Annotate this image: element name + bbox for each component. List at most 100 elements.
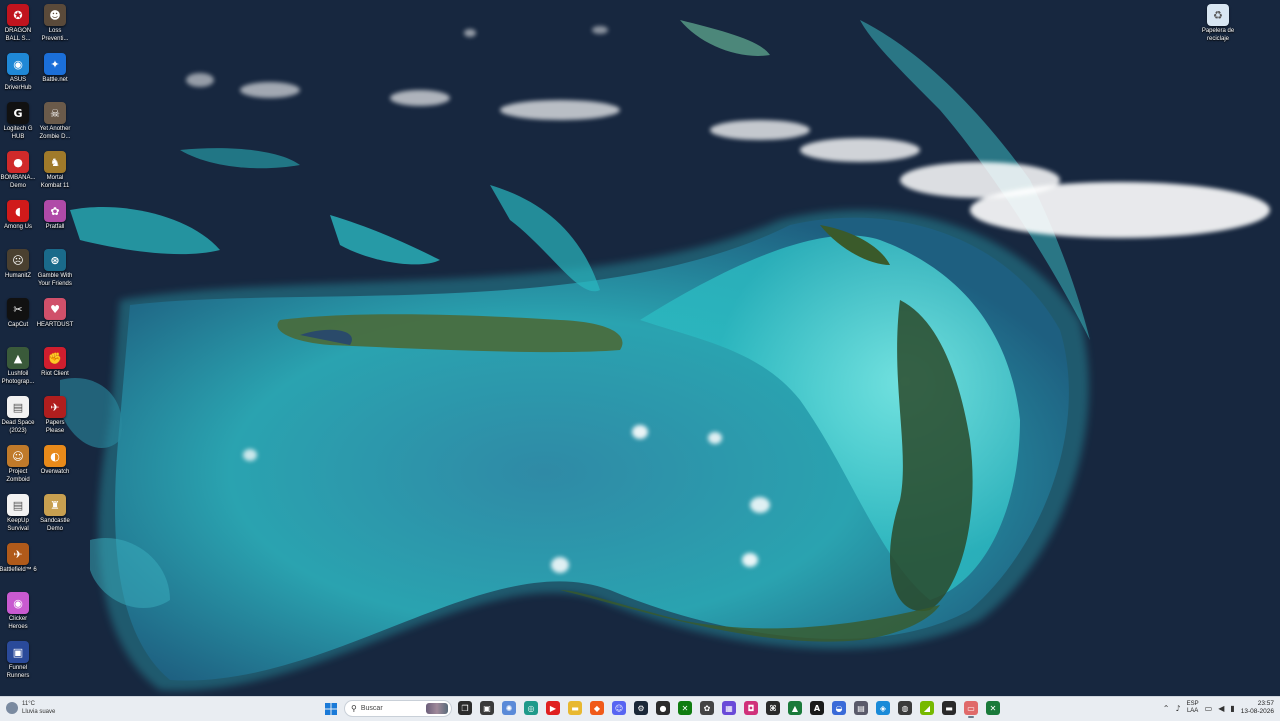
weather-widget[interactable]: 11°C Lluvia suave <box>6 700 55 716</box>
search-icon: ⚲ <box>351 704 357 713</box>
desktop-icon-dragon-ball[interactable]: ✪ DRAGON BALL S... <box>0 4 36 43</box>
desktop-icon-label: Papers Please <box>45 420 65 434</box>
taskbar-search-box[interactable]: ⚲ Buscar <box>344 700 452 717</box>
search-highlight-image <box>426 703 448 714</box>
input-language[interactable]: ESP LAA <box>1187 701 1199 715</box>
clicker-heroes-icon: ◉ <box>7 592 29 614</box>
desktop-icon-mortal-kombat[interactable]: ♞ Mortal Kombat 11 <box>37 151 73 190</box>
rain-cloud-icon <box>6 702 18 714</box>
desktop-icon-lushfoil[interactable]: ▲ Lushfoil Photograp... <box>0 347 36 386</box>
display-icon[interactable]: ▭ <box>1205 704 1213 713</box>
taskbar-app-capture-icon[interactable]: ◍ <box>898 701 912 715</box>
dead-space-icon: ▤ <box>7 396 29 418</box>
desktop-icon-battlefield-6[interactable]: ✈ Battlefield™ 6 <box>0 543 37 575</box>
weather-temperature: 11°C <box>22 701 35 707</box>
desktop-icon-label: BOMBANA... Demo <box>0 175 36 189</box>
dragon-ball-icon: ✪ <box>7 4 29 26</box>
desktop-icon-overwatch[interactable]: ◐ Overwatch <box>37 445 73 477</box>
taskbar-app-edge-icon[interactable]: ◎ <box>524 701 538 715</box>
desktop-icon-battlenet[interactable]: ✦ Battle.net <box>37 53 73 85</box>
desktop-icon-dead-space[interactable]: ▤ Dead Space (2023) <box>0 396 36 435</box>
taskbar-app-copilot-icon[interactable]: ✺ <box>502 701 516 715</box>
volume-icon[interactable]: ◀ <box>1218 704 1224 713</box>
taskbar-app-excel-icon[interactable]: ✕ <box>986 701 1000 715</box>
taskbar-app-calculator-icon[interactable]: ▤ <box>854 701 868 715</box>
desktop-icon-asus-driverhub[interactable]: ◉ ASUS DriverHub <box>0 53 36 92</box>
papers-please-icon: ✈ <box>44 396 66 418</box>
desktop-icon-label: Mortal Kombat 11 <box>40 175 70 189</box>
taskbar-app-discord-icon[interactable]: ☺ <box>612 701 626 715</box>
battlenet-icon: ✦ <box>44 53 66 75</box>
taskbar-app-nvidia-icon[interactable]: ◢ <box>920 701 934 715</box>
desktop-wallpaper <box>0 0 1280 696</box>
desktop-icon-gamble-friends[interactable]: ⊛ Gamble With Your Friends <box>37 249 73 288</box>
taskbar-app-obs-icon[interactable]: ● <box>656 701 670 715</box>
clock-time: 23:57 <box>1257 700 1274 707</box>
desktop-icon-clicker-heroes[interactable]: ◉ Clicker Heroes <box>0 592 36 631</box>
battery-icon[interactable]: ▮ <box>1230 704 1234 713</box>
taskbar-app-anthropic-icon[interactable]: A <box>810 701 824 715</box>
taskbar-app-steam-icon[interactable]: ⚙ <box>634 701 648 715</box>
desktop-icon-capcut[interactable]: ✂ CapCut <box>0 298 36 330</box>
desktop-icon-label: DRAGON BALL S... <box>4 28 32 42</box>
chevron-up-icon[interactable]: ⌃ <box>1163 704 1170 713</box>
desktop-icon-label: Battle.net <box>42 77 68 83</box>
project-zomboid-icon: ☺ <box>7 445 29 467</box>
desktop-icon-label: Funnel Runners <box>6 665 30 679</box>
taskbar-app-vpn-icon[interactable]: ◒ <box>832 701 846 715</box>
overwatch-icon: ◐ <box>44 445 66 467</box>
desktop-icon-pratfall[interactable]: ✿ Pratfall <box>37 200 73 232</box>
desktop-icon-bombanauts[interactable]: ● BOMBANA... Demo <box>0 151 36 190</box>
taskbar-app-active-window-icon[interactable]: ▭ <box>964 701 978 718</box>
desktop-icon-logitech-ghub[interactable]: G Logitech G HUB <box>0 102 36 141</box>
desktop-icon-label: Overwatch <box>40 469 70 475</box>
desktop-icon-label: KeepUp Survival <box>7 518 29 532</box>
taskbar-app-camera-icon[interactable]: ▬ <box>942 701 956 715</box>
desktop-icon-label: Project Zomboid <box>6 469 30 483</box>
windows-start-icon[interactable] <box>325 703 337 715</box>
clock[interactable]: 23:57 13-08-2026 <box>1241 700 1274 716</box>
pratfall-icon: ✿ <box>44 200 66 222</box>
taskbar-app-media-icon[interactable]: ▣ <box>480 701 494 715</box>
desktop-icon-heartdust[interactable]: ♥ HEARTDUST <box>37 298 73 330</box>
desktop-icon-humanitz[interactable]: ☹ HumanitZ <box>0 249 36 281</box>
desktop-icon-riot-client[interactable]: ✊ Riot Client <box>37 347 73 379</box>
taskbar-app-cursor-icon[interactable]: ◈ <box>876 701 890 715</box>
taskbar-app-terminal-icon[interactable]: ⌘ <box>766 701 780 715</box>
taskbar-app-brave-icon[interactable]: ◆ <box>590 701 604 715</box>
logitech-ghub-icon: G <box>7 102 29 124</box>
weather-text: 11°C Lluvia suave <box>22 700 55 716</box>
taskbar-app-code-app-icon[interactable]: ▲ <box>788 701 802 715</box>
desktop-icon-project-zomboid[interactable]: ☺ Project Zomboid <box>0 445 36 484</box>
taskbar-app-instagram-icon[interactable]: ◘ <box>744 701 758 715</box>
desktop-icon-label: CapCut <box>7 322 29 328</box>
desktop-icon-keepup-survival[interactable]: ▤ KeepUp Survival <box>0 494 36 533</box>
desktop-icon-recycle-bin[interactable]: ♻ Papelera de reciclaje <box>1200 4 1236 43</box>
funnel-runners-icon: ▣ <box>7 641 29 663</box>
desktop-icon-among-us[interactable]: ◖ Among Us <box>0 200 36 232</box>
desktop-icon-sandcastle-demo[interactable]: ♜ Sandcastle Demo <box>37 494 73 533</box>
taskbar-app-task-view-icon[interactable]: ❐ <box>458 701 472 715</box>
taskbar-app-xbox-icon[interactable]: ✕ <box>678 701 692 715</box>
loss-prevention-icon: ☻ <box>44 4 66 26</box>
desktop-icon-papers-please[interactable]: ✈ Papers Please <box>37 396 73 435</box>
gamble-friends-icon: ⊛ <box>44 249 66 271</box>
desktop-icon-loss-prevention[interactable]: ☻ Loss Preventi... <box>37 4 73 43</box>
taskbar-app-app-grid-icon[interactable]: ▦ <box>722 701 736 715</box>
capcut-icon: ✂ <box>7 298 29 320</box>
keepup-survival-icon: ▤ <box>7 494 29 516</box>
heartdust-icon: ♥ <box>44 298 66 320</box>
asus-driverhub-icon: ◉ <box>7 53 29 75</box>
taskbar-app-file-explorer-icon[interactable]: ▬ <box>568 701 582 715</box>
desktop-icon-label: Yet Another Zombie D... <box>39 126 71 140</box>
desktop-icon-yet-another-zombie[interactable]: ☠ Yet Another Zombie D... <box>37 102 73 141</box>
clock-date: 13-08-2026 <box>1240 708 1274 715</box>
desktop-icon-label: Loss Preventi... <box>41 28 69 42</box>
lushfoil-icon: ▲ <box>7 347 29 369</box>
taskbar-app-youtube-music-icon[interactable]: ▶ <box>546 701 560 715</box>
desktop-icon-funnel-runners[interactable]: ▣ Funnel Runners <box>0 641 36 680</box>
desktop-icon-label: Logitech G HUB <box>3 126 33 140</box>
microphone-icon[interactable]: ♪ <box>1176 704 1181 713</box>
desktop-icon-label: Clicker Heroes <box>8 616 28 630</box>
taskbar-app-chatgpt-icon[interactable]: ✿ <box>700 701 714 715</box>
